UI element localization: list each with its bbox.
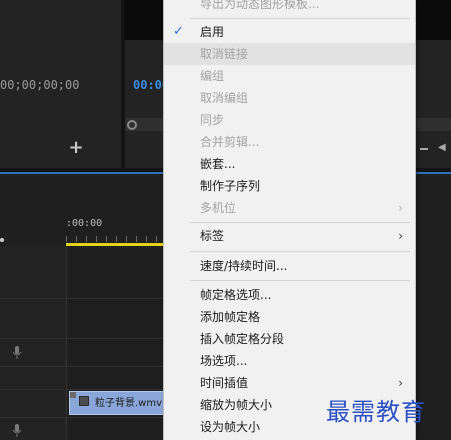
menu-item-export-motion-graphics-template[interactable]: 导出为动态图形模板... <box>164 0 415 15</box>
menu-item-multi-camera[interactable]: 多机位 › <box>164 197 415 219</box>
program-control-icon[interactable] <box>420 148 428 150</box>
timeline-ruler-timecode: :00:00 <box>66 218 103 229</box>
timeline-ruler-ticks <box>66 236 166 242</box>
submenu-arrow-icon: › <box>398 376 403 390</box>
source-timecode[interactable]: 00;00;00;00 <box>0 78 79 92</box>
checkmark-icon: ✓ <box>173 24 184 39</box>
menu-item-label[interactable]: 标签 › <box>164 225 415 247</box>
add-button[interactable]: + <box>68 139 84 157</box>
watermark-logo: 最需教育 <box>326 398 426 426</box>
menu-item-enable[interactable]: ✓ 启用 <box>164 21 415 43</box>
menu-item-unlink[interactable]: 取消链接 <box>164 43 415 65</box>
menu-item-merge-clips[interactable]: 合并剪辑... <box>164 131 415 153</box>
track-divider <box>0 366 166 367</box>
clip-label: 粒子背景.wmv <box>95 398 163 409</box>
menu-item-field-options[interactable]: 场选项... <box>164 350 415 372</box>
menu-item-time-interpolation[interactable]: 时间插值 › <box>164 372 415 394</box>
menu-item-make-subsequence[interactable]: 制作子序列 <box>164 175 415 197</box>
track-divider <box>0 389 166 390</box>
menu-item-add-frame-hold[interactable]: 添加帧定格 <box>164 306 415 328</box>
submenu-arrow-icon: › <box>398 201 403 215</box>
track-divider <box>0 417 166 418</box>
menu-item-synchronize[interactable]: 同步 <box>164 109 415 131</box>
menu-item-group[interactable]: 编组 <box>164 65 415 87</box>
track-header-divider <box>66 246 67 440</box>
menu-item-frame-hold-options[interactable]: 帧定格选项... <box>164 284 415 306</box>
menu-item-insert-frame-hold-segment[interactable]: 插入帧定格分段 <box>164 328 415 350</box>
step-back-icon[interactable]: ◀ <box>438 142 446 153</box>
menu-separator <box>190 18 410 19</box>
context-menu: 导出为动态图形模板... ✓ 启用 取消链接 编组 取消编组 同步 合并剪辑...… <box>163 0 416 440</box>
playhead-handle[interactable] <box>127 120 137 130</box>
menu-separator <box>190 222 410 223</box>
track-divider <box>0 298 166 299</box>
track-headers <box>0 246 66 440</box>
menu-item-speed-duration[interactable]: 速度/持续时间... <box>164 255 415 277</box>
microphone-icon[interactable] <box>12 345 22 361</box>
submenu-arrow-icon: › <box>398 229 403 243</box>
timeline-marker-dot <box>0 238 4 242</box>
menu-separator <box>190 280 410 281</box>
menu-separator <box>190 251 410 252</box>
clip-fx-badge-icon <box>70 392 76 398</box>
clip-thumbnail-icon <box>79 396 89 406</box>
work-area-bar[interactable] <box>66 243 166 246</box>
menu-item-nest[interactable]: 嵌套... <box>164 153 415 175</box>
microphone-icon[interactable] <box>12 423 22 439</box>
track-divider <box>0 338 166 339</box>
menu-item-ungroup[interactable]: 取消编组 <box>164 87 415 109</box>
